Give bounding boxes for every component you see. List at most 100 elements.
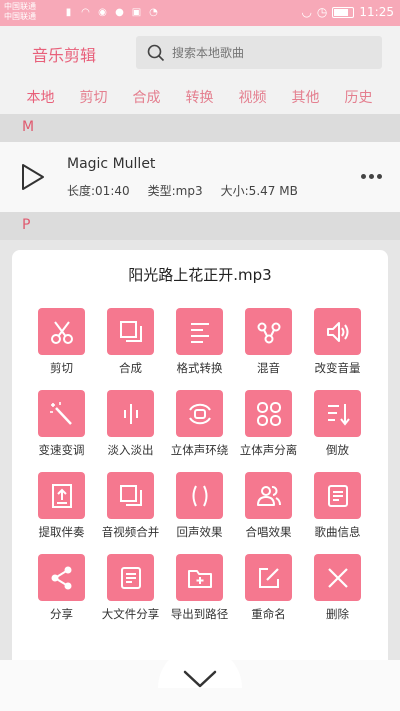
- action-row: 变速变调 淡入淡出 立体声环绕 立体声分离 倒放: [12, 390, 388, 458]
- app-icon: ▣: [131, 7, 142, 18]
- song-meta: 长度:01:40 类型:mp3 大小:5.47 MB: [67, 182, 298, 199]
- tab-merge[interactable]: 合成: [120, 80, 173, 114]
- action-row: 剪切 合成 格式转换 混音 改变音量: [12, 308, 388, 376]
- battery-icon: [332, 6, 355, 18]
- share-nodes-icon: [257, 322, 280, 343]
- action-reverse[interactable]: 倒放: [303, 390, 372, 458]
- split-icon: [256, 401, 281, 426]
- action-song-info[interactable]: 歌曲信息: [303, 472, 372, 540]
- action-label: 变速变调: [38, 443, 85, 457]
- action-label: 合成: [119, 361, 142, 375]
- action-label: 立体声分离: [239, 443, 298, 457]
- action-av-merge[interactable]: 音视频合并: [96, 472, 165, 540]
- search-input[interactable]: [172, 41, 372, 64]
- action-label: 导出到路径: [170, 607, 229, 621]
- notification-icons: ▮ ◠ ◉ ● ▣ ◔: [62, 6, 160, 19]
- surround-icon: [188, 403, 211, 424]
- message-icon: ◔: [149, 7, 158, 18]
- action-volume[interactable]: 改变音量: [303, 308, 372, 376]
- chevron-down-icon[interactable]: [182, 668, 218, 690]
- action-surround[interactable]: 立体声环绕: [165, 390, 234, 458]
- fade-icon: [123, 403, 138, 424]
- tab-convert[interactable]: 转换: [173, 80, 226, 114]
- action-label: 分享: [50, 607, 73, 621]
- action-label: 格式转换: [176, 361, 223, 375]
- action-extract[interactable]: 提取伴奏: [27, 472, 96, 540]
- share-icon: [51, 566, 71, 589]
- reverse-icon: [327, 403, 350, 426]
- action-split[interactable]: 立体声分离: [234, 390, 303, 458]
- wifi-icon: ◠: [81, 7, 90, 18]
- signal-icon: ▮: [65, 7, 72, 18]
- action-label: 大文件分享: [101, 607, 160, 621]
- section-header-p: P: [0, 212, 400, 240]
- action-dialog: 阳光路上花正开.mp3 剪切 合成 格式转换 混音 改变音量 变速变调 淡入淡出…: [12, 250, 388, 660]
- carrier-1: 中国联通: [4, 2, 36, 11]
- song-size: 大小:5.47 MB: [220, 184, 298, 198]
- app-title: 音乐剪辑: [32, 46, 97, 65]
- action-format-convert[interactable]: 格式转换: [165, 308, 234, 376]
- wechat-icon: ●: [115, 7, 124, 18]
- action-fade[interactable]: 淡入淡出: [96, 390, 165, 458]
- song-row[interactable]: Magic Mullet 长度:01:40 类型:mp3 大小:5.47 MB: [0, 142, 400, 212]
- song-title: Magic Mullet: [67, 156, 156, 172]
- chorus-icon: [256, 485, 281, 506]
- carrier-info: 中国联通 中国联通: [4, 2, 36, 22]
- magic-wand-icon: [49, 401, 72, 425]
- play-icon[interactable]: [20, 163, 46, 191]
- song-type: 类型:mp3: [147, 184, 203, 198]
- rename-icon: [258, 567, 279, 588]
- action-echo[interactable]: 回声效果: [165, 472, 234, 540]
- action-label: 提取伴奏: [38, 525, 85, 539]
- status-bar: 中国联通 中国联通 ▮ ◠ ◉ ● ▣ ◔ ◡ ◷ 11:25: [0, 0, 400, 26]
- action-chorus[interactable]: 合唱效果: [234, 472, 303, 540]
- clock: 11:25: [359, 5, 394, 19]
- action-speed-pitch[interactable]: 变速变调: [27, 390, 96, 458]
- action-label: 淡入淡出: [107, 443, 154, 457]
- lines-icon: [190, 322, 209, 343]
- action-label: 删除: [326, 607, 349, 621]
- section-header-m: M: [0, 114, 400, 142]
- scissors-icon: [50, 320, 73, 344]
- volume-icon: [326, 321, 348, 342]
- delete-icon: [327, 567, 348, 588]
- action-label: 重命名: [251, 607, 286, 621]
- echo-icon: [192, 485, 207, 506]
- action-merge[interactable]: 合成: [96, 308, 165, 376]
- action-grid: 剪切 合成 格式转换 混音 改变音量 变速变调 淡入淡出 立体声环绕 立体声分离…: [12, 308, 388, 636]
- info-doc-icon: [327, 484, 348, 507]
- action-share[interactable]: 分享: [27, 554, 96, 622]
- action-label: 回声效果: [176, 525, 223, 539]
- action-row: 分享 大文件分享 导出到路径 重命名 删除: [12, 554, 388, 622]
- action-label: 歌曲信息: [314, 525, 361, 539]
- action-export-path[interactable]: 导出到路径: [165, 554, 234, 622]
- qq-icon: ◉: [98, 7, 107, 18]
- action-label: 合唱效果: [245, 525, 292, 539]
- more-icon[interactable]: [361, 174, 382, 179]
- action-label: 混音: [257, 361, 280, 375]
- merge-icon: [119, 320, 142, 342]
- action-label: 立体声环绕: [170, 443, 229, 457]
- tab-cut[interactable]: 剪切: [67, 80, 120, 114]
- carrier-2: 中国联通: [4, 12, 36, 21]
- action-mix[interactable]: 混音: [234, 308, 303, 376]
- tab-video[interactable]: 视频: [226, 80, 279, 114]
- headphone-icon: ◡: [301, 5, 312, 19]
- tab-history[interactable]: 历史: [332, 80, 385, 114]
- tab-other[interactable]: 其他: [279, 80, 332, 114]
- export-folder-icon: [187, 569, 212, 588]
- action-label: 音视频合并: [101, 525, 160, 539]
- action-row: 提取伴奏 音视频合并 回声效果 合唱效果 歌曲信息: [12, 472, 388, 540]
- action-cut[interactable]: 剪切: [27, 308, 96, 376]
- song-duration: 长度:01:40: [67, 184, 130, 198]
- action-delete[interactable]: 删除: [303, 554, 372, 622]
- search-icon: [147, 44, 165, 62]
- tab-local[interactable]: 本地: [14, 80, 67, 114]
- action-big-file-share[interactable]: 大文件分享: [96, 554, 165, 622]
- dialog-title: 阳光路上花正开.mp3: [128, 266, 272, 284]
- action-label: 改变音量: [314, 361, 361, 375]
- search-box[interactable]: [136, 36, 382, 69]
- action-rename[interactable]: 重命名: [234, 554, 303, 622]
- av-merge-icon: [119, 484, 142, 506]
- tab-bar: 本地 剪切 合成 转换 视频 其他 历史: [0, 80, 400, 114]
